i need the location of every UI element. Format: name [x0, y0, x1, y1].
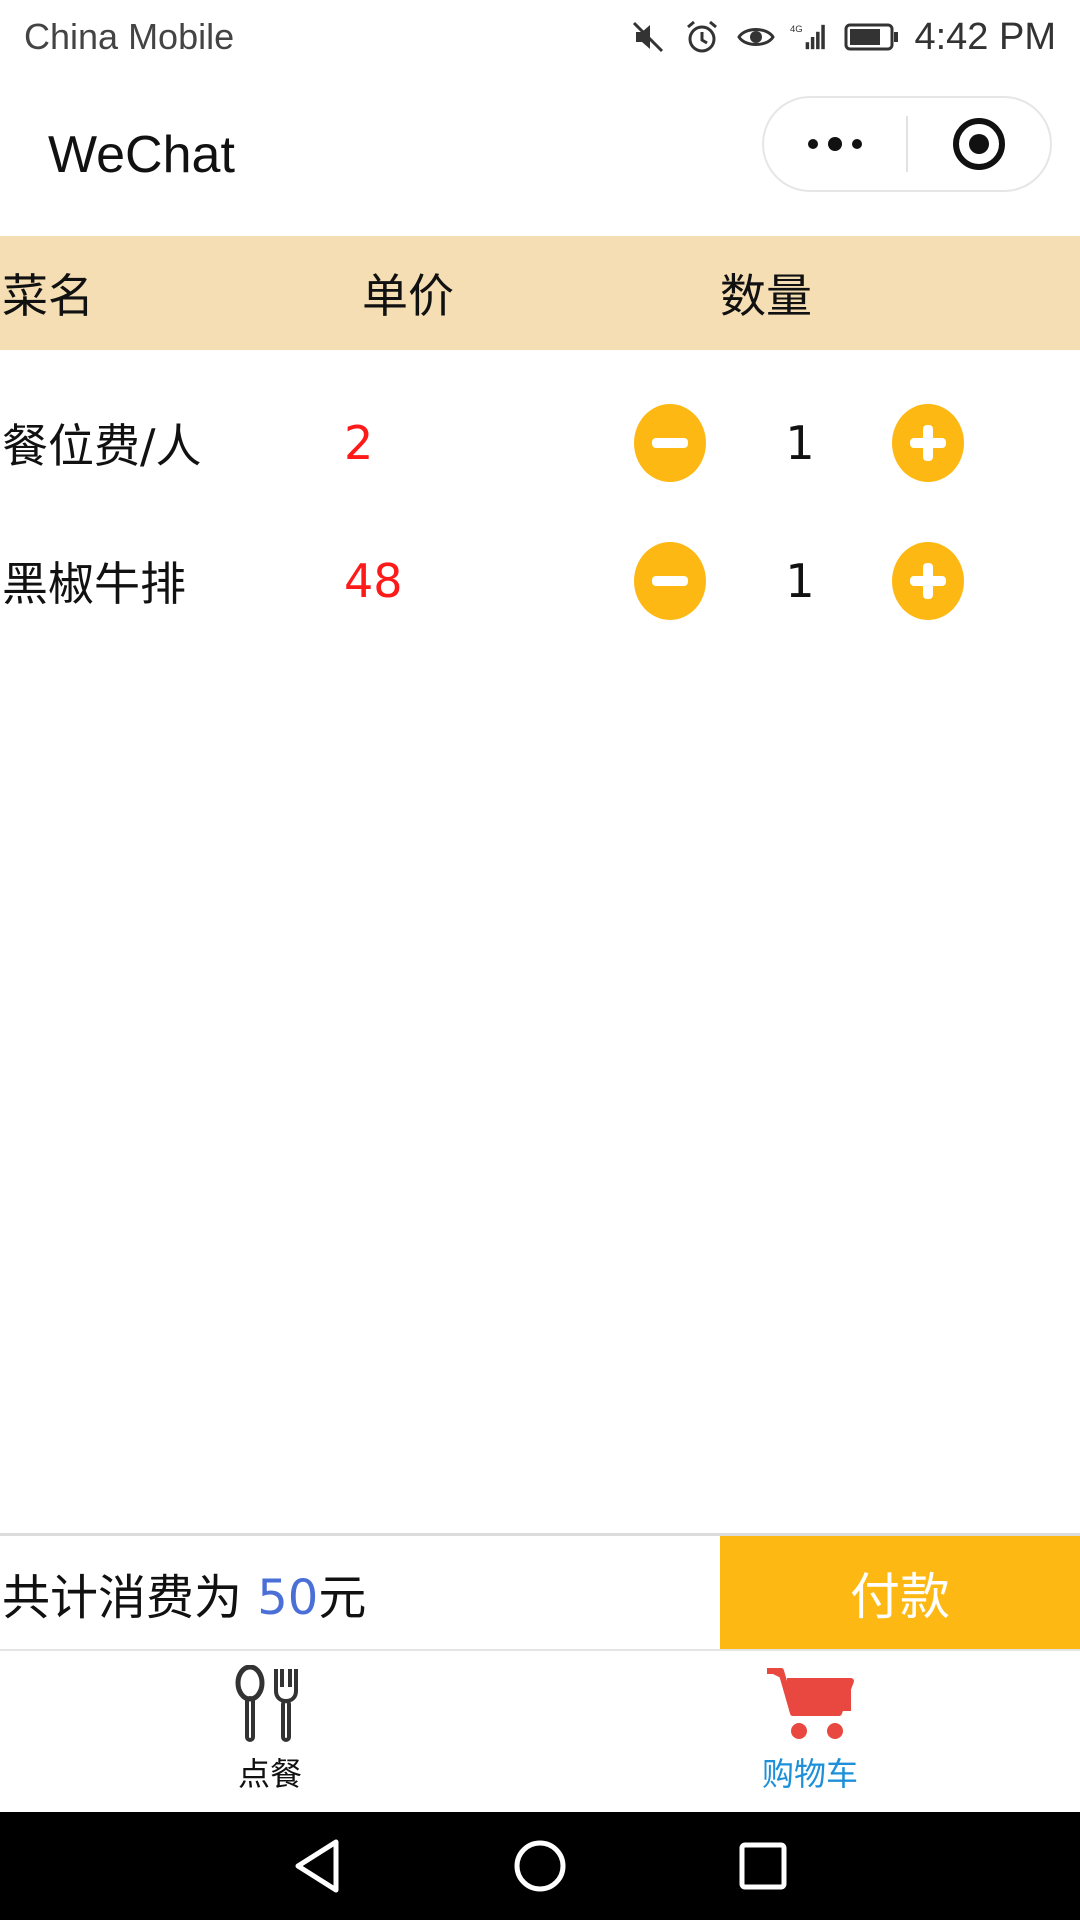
- tab-bar: 点餐 购物车: [0, 1651, 1080, 1812]
- total-prefix: 共计消费为: [2, 1569, 258, 1626]
- increase-button[interactable]: [892, 404, 964, 482]
- tab-cart-label: 购物车: [761, 1755, 858, 1793]
- checkout-bar: 共计消费为 50元 付款: [0, 1533, 1080, 1651]
- cart-icon: [767, 1668, 854, 1739]
- table-row: 餐位费/人 2 1: [0, 378, 1080, 508]
- increase-button[interactable]: [892, 542, 964, 620]
- table-row: 黑椒牛排 48 1: [0, 516, 1080, 646]
- quantity-value: 1: [785, 554, 815, 608]
- page-title: WeChat: [48, 126, 235, 184]
- dish-name: 黑椒牛排: [2, 557, 186, 611]
- eye-icon: [736, 17, 776, 57]
- quantity-value: 1: [785, 416, 815, 470]
- dish-price: 48: [344, 554, 403, 608]
- minus-icon: [652, 438, 688, 448]
- tab-cart[interactable]: 购物车: [540, 1651, 1080, 1812]
- plus-icon: [910, 563, 946, 599]
- plus-icon: [910, 425, 946, 461]
- battery-icon: [844, 17, 900, 57]
- status-icons: 4G 4:42 PM: [628, 16, 1056, 59]
- header-name: 菜名: [2, 269, 94, 323]
- back-triangle-icon[interactable]: [292, 1838, 342, 1894]
- header-qty: 数量: [720, 269, 812, 323]
- alarm-icon: [682, 17, 722, 57]
- more-dots-icon: [808, 137, 862, 151]
- mute-icon: [628, 17, 668, 57]
- svg-text:4G: 4G: [790, 24, 803, 35]
- home-circle-icon[interactable]: [512, 1838, 568, 1894]
- screen: China Mobile 4G 4:42 PM WeChat 菜名 单价 数量 …: [0, 0, 1080, 1920]
- total-amount: 50: [257, 1569, 319, 1626]
- utensils-icon: [235, 1665, 298, 1742]
- carrier-label: China Mobile: [24, 16, 235, 57]
- dish-name: 餐位费/人: [2, 419, 202, 473]
- header-price: 单价: [362, 269, 454, 323]
- total-summary: 共计消费为 50元: [2, 1558, 366, 1628]
- decrease-button[interactable]: [634, 542, 706, 620]
- signal-4g-icon: 4G: [790, 17, 830, 57]
- total-suffix: 元: [318, 1569, 367, 1626]
- mini-program-capsule: [762, 96, 1052, 192]
- pay-button[interactable]: 付款: [720, 1536, 1080, 1649]
- system-nav-bar: [0, 1812, 1080, 1920]
- close-mini-program-button[interactable]: [908, 98, 1050, 190]
- table-header: 菜名 单价 数量: [0, 236, 1080, 350]
- more-button[interactable]: [764, 98, 906, 190]
- status-time: 4:42 PM: [914, 15, 1056, 58]
- tab-order[interactable]: 点餐: [0, 1651, 540, 1812]
- title-bar: WeChat: [0, 74, 1080, 236]
- decrease-button[interactable]: [634, 404, 706, 482]
- status-bar: China Mobile 4G 4:42 PM: [0, 0, 1080, 74]
- minus-icon: [652, 576, 688, 586]
- recents-square-icon[interactable]: [738, 1841, 788, 1891]
- tab-order-label: 点餐: [237, 1755, 302, 1793]
- dish-price: 2: [344, 416, 374, 470]
- target-close-icon: [953, 118, 1005, 170]
